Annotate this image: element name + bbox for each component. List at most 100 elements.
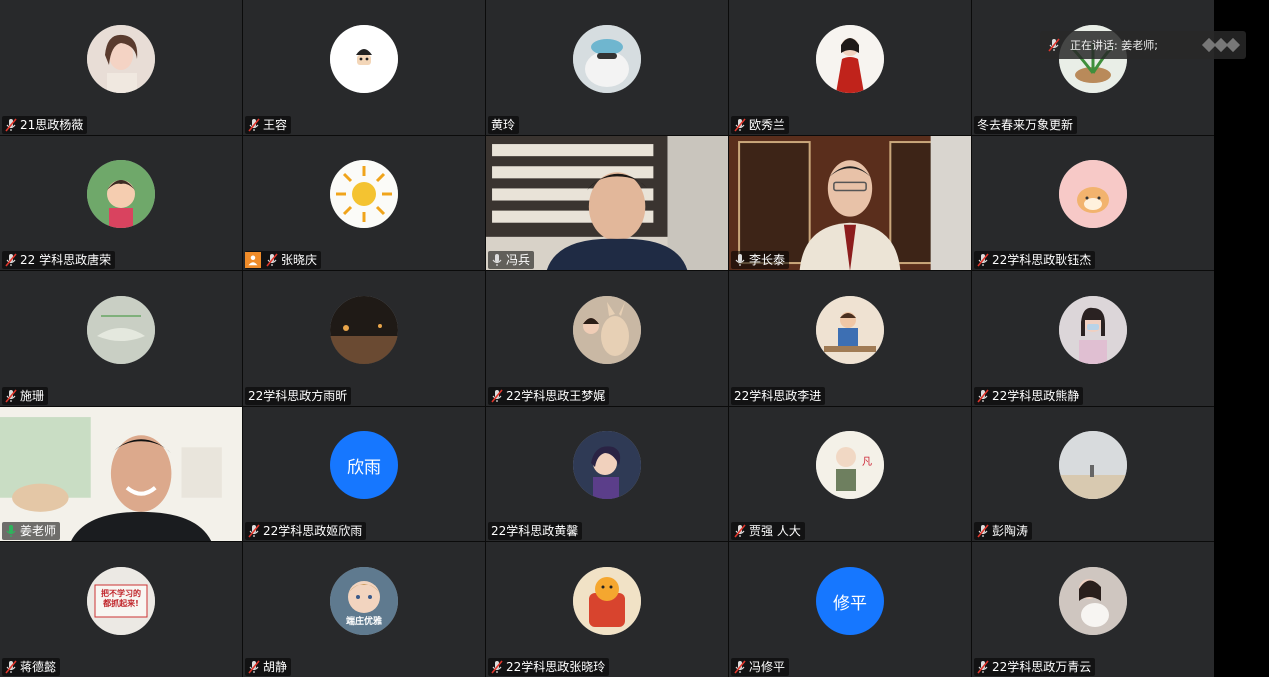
participant-name: 22学科思政姬欣雨	[263, 524, 363, 539]
participant-name-bar: 22学科思政黄馨	[488, 522, 583, 541]
participant-name: 施珊	[20, 388, 45, 403]
participant-name-bar: 22学科思政耿钰杰	[974, 251, 1096, 270]
participant-avatar	[816, 24, 884, 93]
participant-name: 22学科思政熊静	[992, 388, 1080, 403]
participant-name: 22学科思政李进	[734, 388, 822, 403]
participant-name: 冯兵	[506, 253, 531, 268]
participant-name: 22 学科思政唐荣	[20, 253, 112, 268]
participant-name-bar: 贾强 人大	[731, 522, 805, 541]
participant-name-bar: 李长泰	[731, 251, 790, 270]
participant-name: 欧秀兰	[749, 117, 786, 132]
participant-tile[interactable]: 欣雨 22学科思政姬欣雨	[243, 406, 485, 542]
participant-video	[0, 406, 242, 542]
participant-name-bar: 冯修平	[731, 658, 790, 676]
participant-avatar	[573, 24, 641, 93]
participant-avatar	[87, 295, 155, 364]
participant-tile[interactable]: 修平 冯修平	[729, 542, 971, 677]
participant-name: 冯修平	[749, 660, 786, 674]
participant-tile[interactable]: 22学科思政张晓玲	[486, 542, 728, 677]
participant-tile[interactable]: 黄玲	[486, 0, 728, 135]
participant-name-bar: 胡静	[245, 658, 292, 676]
participant-name-bar: 22学科思政李进	[731, 386, 826, 405]
participant-tile[interactable]: 凡贾强 人大	[729, 406, 971, 542]
participant-tile[interactable]: 冬去春来万象更新	[972, 0, 1214, 135]
participant-tile[interactable]: 李长泰	[729, 135, 971, 271]
participant-avatar	[87, 24, 155, 93]
microphone-muted-icon	[5, 389, 17, 403]
participant-avatar	[573, 431, 641, 500]
participant-name: 22学科思政方雨昕	[248, 388, 348, 403]
participant-name-bar: 21思政杨薇	[2, 115, 88, 134]
participant-name-bar: 张晓庆	[245, 251, 322, 270]
participant-avatar	[330, 295, 398, 364]
participant-video	[486, 135, 728, 271]
participant-tile[interactable]: 欧秀兰	[729, 0, 971, 135]
participant-name: 李长泰	[749, 253, 786, 268]
participant-name-bar: 22学科思政熊静	[974, 386, 1084, 405]
participant-avatar	[330, 160, 398, 229]
microphone-icon	[735, 254, 745, 267]
participant-tile[interactable]: 22学科思政耿钰杰	[972, 135, 1214, 271]
participant-tile[interactable]: 端庄优雅胡静	[243, 542, 485, 677]
host-person-icon	[245, 252, 261, 269]
microphone-muted-icon	[977, 253, 989, 267]
participant-avatar: 把不学习的 都抓起来!	[87, 567, 155, 635]
microphone-muted-icon	[1048, 38, 1060, 52]
microphone-muted-icon	[977, 389, 989, 403]
participant-name: 21思政杨薇	[20, 117, 84, 132]
avatar-caption: 端庄优雅	[345, 617, 382, 627]
participant-name-bar: 22学科思政万青云	[974, 658, 1096, 676]
participant-tile[interactable]: 22学科思政万青云	[972, 542, 1214, 677]
participant-name: 22学科思政万青云	[992, 660, 1092, 674]
participant-tile[interactable]: 22学科思政熊静	[972, 271, 1214, 406]
participant-tile[interactable]: 张晓庆	[243, 135, 485, 271]
participant-tile[interactable]: 22学科思政李进	[729, 271, 971, 406]
microphone-muted-icon	[266, 253, 278, 267]
participant-name-bar: 冬去春来万象更新	[974, 115, 1078, 134]
participant-tile[interactable]: 施珊	[0, 271, 242, 406]
microphone-muted-icon	[491, 389, 503, 403]
microphone-muted-icon	[734, 118, 746, 132]
participant-tile[interactable]: 22学科思政王梦娓	[486, 271, 728, 406]
participant-tile[interactable]: 王容	[243, 0, 485, 135]
participant-name-bar: 22学科思政张晓玲	[488, 658, 610, 676]
microphone-muted-icon	[491, 660, 503, 674]
participant-tile[interactable]: 把不学习的 都抓起来! 蒋德懿	[0, 542, 242, 677]
participant-name: 冬去春来万象更新	[977, 117, 1074, 132]
participant-name: 22学科思政王梦娓	[506, 388, 606, 403]
participant-name: 王容	[263, 117, 288, 132]
microphone-muted-icon	[977, 660, 989, 674]
participant-avatar	[87, 160, 155, 229]
microphone-muted-icon	[734, 524, 746, 538]
participant-name: 胡静	[263, 660, 288, 674]
microphone-muted-icon	[977, 524, 989, 538]
participant-tile[interactable]: 彭陶涛	[972, 406, 1214, 542]
participant-tile[interactable]: 21思政杨薇	[0, 0, 242, 135]
expand-indicator[interactable]	[1201, 37, 1241, 53]
participant-avatar: 端庄优雅	[330, 567, 398, 635]
participant-name: 贾强 人大	[749, 524, 801, 539]
participant-avatar	[1059, 567, 1127, 635]
participant-avatar: 欣雨	[330, 431, 398, 500]
participant-tile[interactable]: 冯兵	[486, 135, 728, 271]
participant-tile[interactable]: 22 学科思政唐荣	[0, 135, 242, 271]
participant-avatar	[1059, 160, 1127, 229]
participant-video	[729, 135, 971, 271]
participant-name-bar: 姜老师	[2, 522, 61, 541]
participant-name: 22学科思政黄馨	[491, 524, 579, 539]
participant-tile[interactable]: 22学科思政黄馨	[486, 406, 728, 542]
participant-avatar	[330, 24, 398, 93]
microphone-icon	[6, 525, 16, 538]
participant-tile[interactable]: 22学科思政方雨昕	[243, 271, 485, 406]
participant-name-bar: 蒋德懿	[2, 658, 61, 676]
microphone-icon	[492, 254, 502, 267]
participant-name-bar: 彭陶涛	[974, 522, 1033, 541]
participant-avatar	[816, 295, 884, 364]
participant-avatar	[1059, 295, 1127, 364]
participant-name-bar: 王容	[245, 115, 292, 134]
participant-name: 姜老师	[20, 524, 57, 539]
avatar-caption: 把不学习的 都抓起来!	[101, 589, 141, 608]
speaking-label: 正在讲话: 姜老师;	[1070, 39, 1158, 52]
participant-tile[interactable]: 姜老师	[0, 406, 242, 542]
participant-grid: 21思政杨薇 王容 黄玲 欧秀兰 冬去春来万象更新 22 学科思政唐荣 张晓庆 冯兵 李长泰 22…	[0, 0, 1214, 677]
